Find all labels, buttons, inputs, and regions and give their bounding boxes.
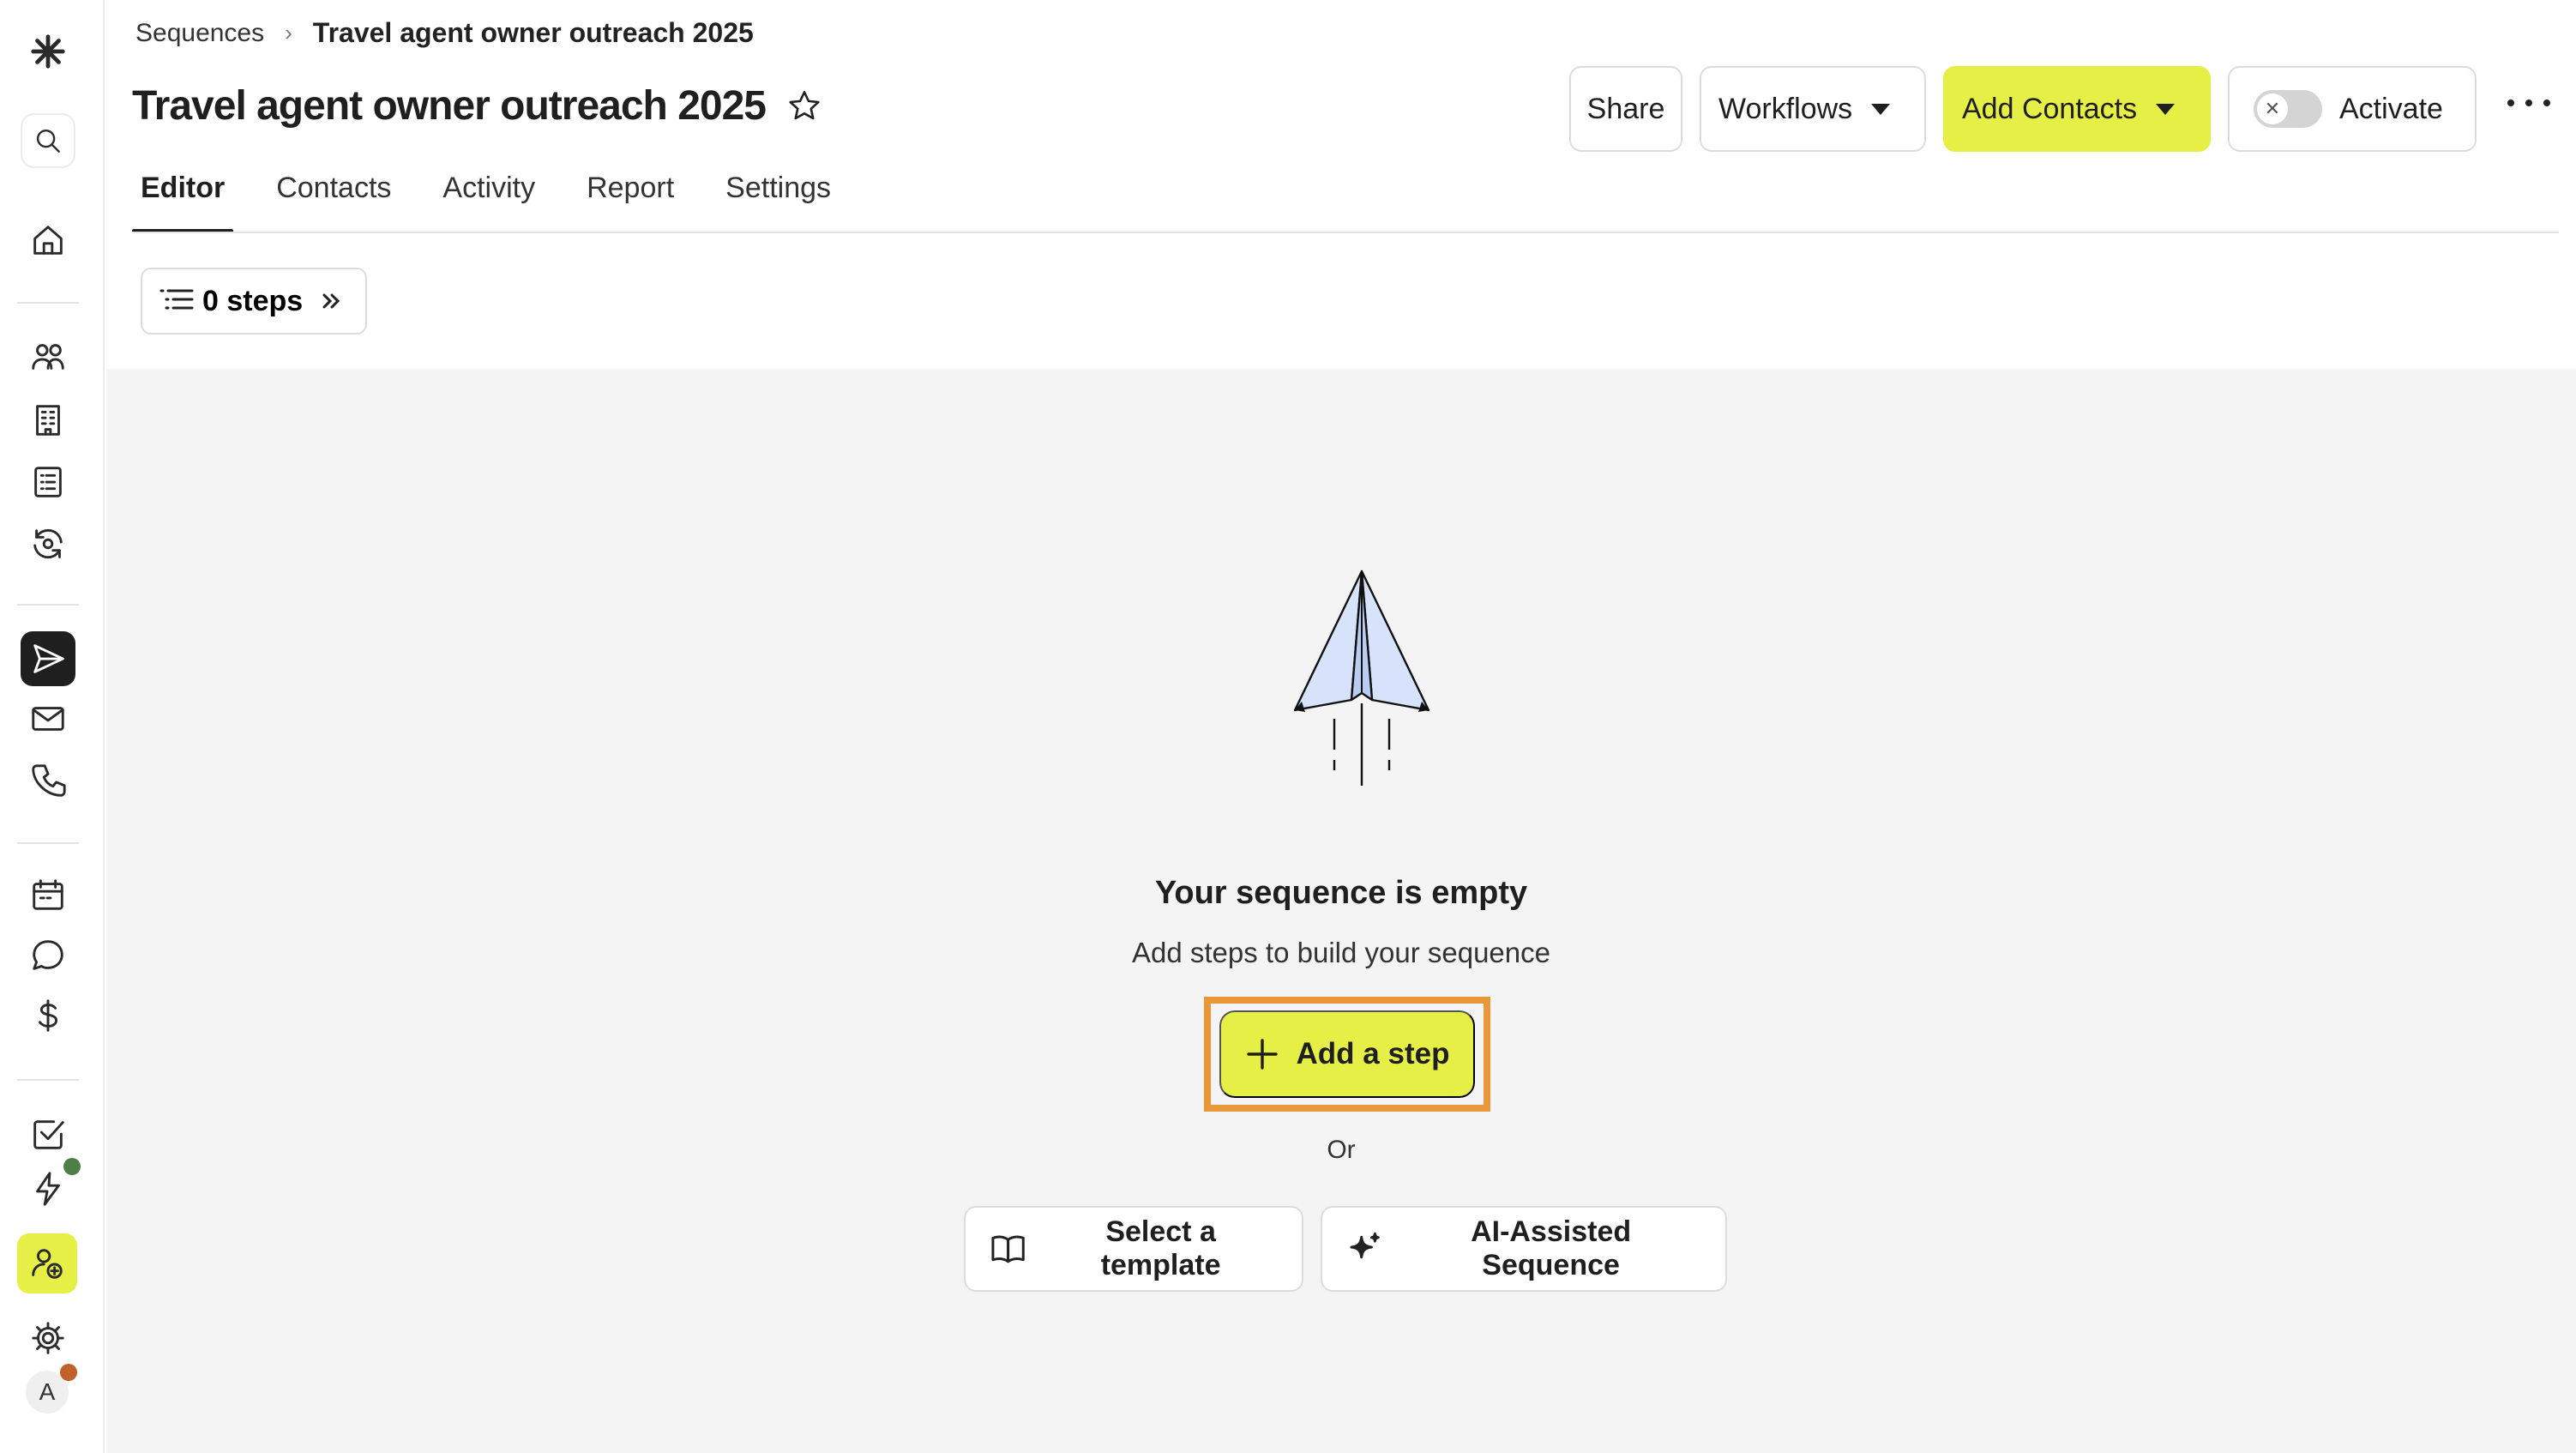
toolbar: Share Workflows Add Contacts ✕ Activate — [1569, 66, 2477, 152]
logo-icon[interactable] — [21, 24, 75, 79]
title-row: Travel agent owner outreach 2025 — [132, 82, 822, 130]
workflows-button[interactable]: Workflows — [1700, 66, 1926, 152]
tab-divider — [132, 232, 2559, 233]
list-icon[interactable] — [21, 455, 75, 509]
dollar-icon[interactable] — [21, 988, 75, 1043]
gear-icon[interactable] — [21, 1311, 75, 1366]
send-icon[interactable] — [21, 631, 75, 686]
app: A Sequences › Travel agent owner outreac… — [0, 0, 2576, 1453]
task-icon[interactable] — [21, 1106, 75, 1161]
breadcrumb-separator: › — [285, 20, 292, 45]
tab-bar: Editor Contacts Activity Report Settings — [132, 168, 874, 233]
add-step-label: Add a step — [1296, 1037, 1450, 1070]
tab-editor[interactable]: Editor — [132, 168, 234, 233]
plus-icon — [1246, 1039, 1278, 1070]
home-icon[interactable] — [21, 213, 75, 268]
people-icon[interactable] — [21, 329, 75, 384]
share-label: Share — [1586, 92, 1665, 125]
sidebar-divider — [17, 302, 79, 304]
add-contacts-label: Add Contacts — [1962, 92, 2138, 125]
notification-dot — [63, 1158, 81, 1175]
workflows-label: Workflows — [1718, 92, 1853, 125]
activate-toggle-button[interactable]: ✕ Activate — [2228, 66, 2477, 152]
breadcrumb-parent[interactable]: Sequences — [135, 19, 264, 48]
steps-label: 0 steps — [202, 284, 304, 317]
select-template-button[interactable]: Select a template — [964, 1206, 1303, 1292]
avatar-status-dot — [60, 1364, 77, 1381]
building-icon[interactable] — [21, 393, 75, 448]
breadcrumb: Sequences › Travel agent owner outreach … — [135, 17, 754, 49]
search-icon[interactable] — [21, 113, 75, 168]
activate-toggle[interactable]: ✕ — [2254, 90, 2322, 128]
caret-down-icon — [2156, 103, 2176, 115]
sidebar-divider — [17, 604, 79, 606]
tab-report[interactable]: Report — [578, 168, 683, 233]
add-step-highlight: Add a step — [1204, 997, 1490, 1112]
select-template-label: Select a template — [1100, 1215, 1221, 1281]
steps-button[interactable]: 0 steps — [141, 268, 367, 335]
header: Sequences › Travel agent owner outreach … — [106, 0, 2576, 369]
breadcrumb-current: Travel agent owner outreach 2025 — [312, 17, 754, 48]
book-icon — [991, 1235, 1025, 1263]
avatar-initial: A — [39, 1378, 56, 1405]
star-icon[interactable] — [786, 88, 822, 124]
tab-activity[interactable]: Activity — [434, 168, 544, 233]
add-contacts-button[interactable]: Add Contacts — [1943, 66, 2211, 152]
sidebar: A — [0, 0, 105, 1453]
empty-state-subtitle: Add steps to build your sequence — [1132, 937, 1550, 968]
sidebar-divider — [17, 1079, 79, 1081]
more-options-icon[interactable] — [2507, 90, 2550, 116]
sequence-canvas: Your sequence is empty Add steps to buil… — [106, 369, 2576, 1453]
mail-icon[interactable] — [21, 691, 75, 746]
activate-label: Activate — [2339, 92, 2443, 125]
empty-state-title: Your sequence is empty — [1154, 875, 1528, 911]
ai-assisted-sequence-button[interactable]: AI-Assisted Sequence — [1321, 1206, 1727, 1292]
ai-sequence-label: AI-Assisted Sequence — [1471, 1215, 1632, 1281]
double-chevron-right-icon — [322, 293, 340, 309]
phone-icon[interactable] — [21, 753, 75, 808]
add-user-icon[interactable] — [17, 1233, 77, 1293]
paper-plane-icon — [1293, 570, 1430, 786]
add-step-button[interactable]: Add a step — [1219, 1010, 1475, 1098]
chat-icon[interactable] — [21, 928, 75, 983]
toggle-off-icon: ✕ — [2257, 93, 2288, 124]
sparkle-icon — [1350, 1232, 1380, 1259]
sidebar-divider — [17, 842, 79, 844]
calendar-icon[interactable] — [21, 868, 75, 923]
page-title: Travel agent owner outreach 2025 — [132, 83, 767, 129]
steps-list-icon — [159, 289, 194, 310]
or-separator: Or — [1327, 1136, 1356, 1164]
share-button[interactable]: Share — [1569, 66, 1682, 152]
tab-contacts[interactable]: Contacts — [268, 168, 400, 233]
caret-down-icon — [1871, 103, 1891, 115]
tab-settings[interactable]: Settings — [717, 168, 840, 233]
refresh-icon[interactable] — [21, 516, 75, 571]
